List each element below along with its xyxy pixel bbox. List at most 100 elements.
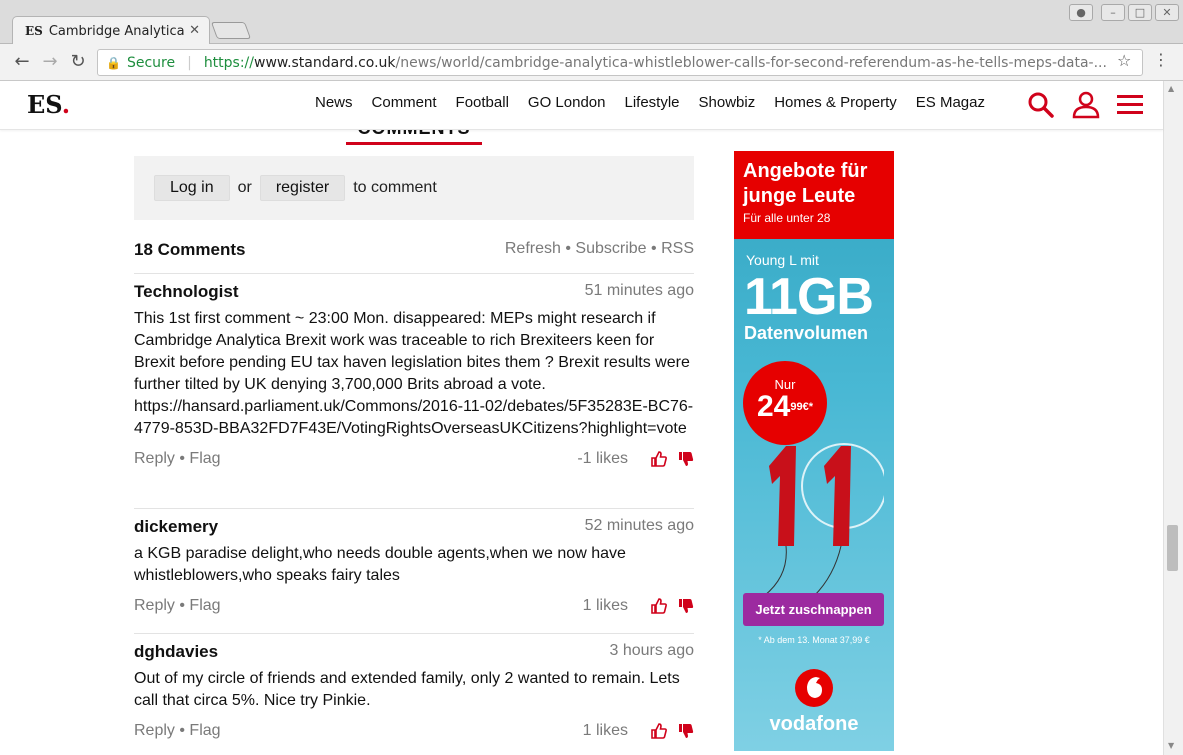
search-icon[interactable] xyxy=(1027,91,1055,119)
vodafone-ad[interactable]: Angebote für junge Leute Für alle unter … xyxy=(734,151,894,751)
ad-gb: 11GB xyxy=(744,268,874,326)
bullet-separator: • xyxy=(179,722,185,739)
menu-icon[interactable] xyxy=(1116,94,1144,116)
comment-actions: Refresh • Subscribe • RSS xyxy=(505,240,694,260)
ad-cta-button[interactable]: Jetzt zuschnappen xyxy=(743,593,884,626)
new-tab-button[interactable] xyxy=(210,22,252,39)
bullet-separator: • xyxy=(179,450,185,467)
comment-author[interactable]: Technologist xyxy=(134,282,239,306)
ad-currency: €* xyxy=(802,401,814,413)
nav-go-london[interactable]: GO London xyxy=(528,94,606,111)
nav-news[interactable]: News xyxy=(315,94,353,111)
thumbs-up-icon[interactable] xyxy=(651,451,667,467)
comments-count-row: 18 Comments Refresh • Subscribe • RSS xyxy=(134,240,694,260)
comment-item: dghdavies 3 hours ago Out of my circle o… xyxy=(134,642,694,740)
page-content: COMMENTS Log in or register to comment 1… xyxy=(0,130,1163,755)
account-icon[interactable] xyxy=(1071,91,1101,119)
logo-dot: . xyxy=(61,90,71,119)
minimize-icon[interactable]: – xyxy=(1101,4,1125,21)
ad-subline: Für alle unter 28 xyxy=(743,211,831,225)
url-host: www.standard.co.uk xyxy=(254,54,396,71)
register-button[interactable]: register xyxy=(259,175,346,201)
reload-icon[interactable]: ↻ xyxy=(66,50,90,74)
flag-link[interactable]: Flag xyxy=(189,450,220,467)
scroll-down-icon[interactable]: ▼ xyxy=(1168,741,1174,750)
browser-tab[interactable]: ES Cambridge Analytica ✕ xyxy=(12,16,210,45)
close-icon[interactable]: ✕ xyxy=(189,23,200,38)
main-nav: News Comment Football GO London Lifestyl… xyxy=(315,94,1004,111)
or-label: or xyxy=(237,179,252,196)
maximize-icon[interactable]: □ xyxy=(1128,4,1152,21)
scroll-thumb[interactable] xyxy=(1167,525,1178,571)
bullet-separator: • xyxy=(651,240,657,257)
ad-young-label: Young L mit xyxy=(746,252,819,268)
login-box: Log in or register to comment xyxy=(134,156,694,220)
browser-tab-bar: ES Cambridge Analytica ✕ ● – □ ✕ xyxy=(0,0,1183,45)
comment-item: Technologist 51 minutes ago This 1st fir… xyxy=(134,282,694,468)
url-path: /news/world/cambridge-analytica-whistleb… xyxy=(395,54,1107,71)
ad-footnote: * Ab dem 13. Monat 37,99 € xyxy=(758,635,870,645)
nav-es-magazine[interactable]: ES Magaz xyxy=(916,94,985,111)
divider xyxy=(134,273,694,274)
comment-body: a KGB paradise delight,who needs double … xyxy=(134,545,626,584)
like-count: 1 likes xyxy=(582,722,628,739)
ad-cents: 99 xyxy=(790,401,803,413)
forward-icon[interactable]: → xyxy=(38,50,62,74)
browser-menu-icon[interactable]: ⋮ xyxy=(1153,50,1169,69)
address-bar[interactable]: 🔒 Secure | https:// www.standard.co.uk /… xyxy=(97,49,1143,76)
nav-homes-property[interactable]: Homes & Property xyxy=(774,94,897,111)
divider xyxy=(134,508,694,509)
thumbs-down-icon[interactable] xyxy=(678,451,694,467)
lock-icon: 🔒 xyxy=(106,55,121,70)
back-icon[interactable]: ← xyxy=(10,50,34,74)
scroll-up-icon[interactable]: ▲ xyxy=(1168,84,1174,93)
login-button[interactable]: Log in xyxy=(154,175,230,201)
separator: | xyxy=(187,54,192,71)
secure-label: Secure xyxy=(126,54,176,71)
like-count: 1 likes xyxy=(582,597,628,614)
bullet-separator: • xyxy=(565,240,571,257)
thumbs-down-icon[interactable] xyxy=(678,598,694,614)
nav-lifestyle[interactable]: Lifestyle xyxy=(624,94,679,111)
comment-author[interactable]: dickemery xyxy=(134,517,218,541)
comment-body: This 1st first comment ~ 23:00 Mon. disa… xyxy=(134,310,694,437)
ad-headline: Angebote für junge Leute xyxy=(743,160,868,207)
profile-icon[interactable]: ● xyxy=(1069,4,1093,21)
tab-title: Cambridge Analytica xyxy=(48,23,185,39)
window-close-icon[interactable]: ✕ xyxy=(1155,4,1179,21)
ad-volume: Datenvolumen xyxy=(744,323,869,343)
bookmark-star-icon[interactable]: ☆ xyxy=(1117,51,1131,70)
comment-count: 18 Comments xyxy=(134,240,246,259)
rss-link[interactable]: RSS xyxy=(661,240,694,257)
thumbs-up-icon[interactable] xyxy=(651,598,667,614)
like-count: -1 likes xyxy=(577,450,628,467)
comments-heading: COMMENTS xyxy=(346,130,482,145)
ad-price: 24 xyxy=(756,390,791,423)
site-logo[interactable]: ES. xyxy=(27,90,70,119)
nav-showbiz[interactable]: Showbiz xyxy=(699,94,756,111)
comment-time: 3 hours ago xyxy=(609,642,694,659)
logo-text: ES xyxy=(27,90,62,119)
flag-link[interactable]: Flag xyxy=(189,597,220,614)
browser-toolbar: ← → ↻ 🔒 Secure | https:// www.standard.c… xyxy=(0,44,1183,81)
reply-link[interactable]: Reply xyxy=(134,722,175,739)
comment-item: dickemery 52 minutes ago a KGB paradise … xyxy=(134,517,694,615)
ad-header: Angebote für junge Leute Für alle unter … xyxy=(734,151,894,239)
refresh-link[interactable]: Refresh xyxy=(505,240,561,257)
page-scrollbar[interactable]: ▲ ▼ xyxy=(1163,81,1183,755)
site-header: ES. News Comment Football GO London Life… xyxy=(0,81,1163,130)
thumbs-up-icon[interactable] xyxy=(651,723,667,739)
reply-link[interactable]: Reply xyxy=(134,450,175,467)
reply-link[interactable]: Reply xyxy=(134,597,175,614)
comment-author[interactable]: dghdavies xyxy=(134,642,218,666)
favicon: ES xyxy=(25,24,43,38)
nav-comment[interactable]: Comment xyxy=(372,94,437,111)
balloon-illustration xyxy=(763,443,884,596)
comment-time: 51 minutes ago xyxy=(584,282,694,299)
thumbs-down-icon[interactable] xyxy=(678,723,694,739)
flag-link[interactable]: Flag xyxy=(189,722,220,739)
comment-body: Out of my circle of friends and extended… xyxy=(134,670,680,709)
nav-football[interactable]: Football xyxy=(456,94,509,111)
subscribe-link[interactable]: Subscribe xyxy=(575,240,646,257)
url-scheme: https:// xyxy=(203,54,254,71)
